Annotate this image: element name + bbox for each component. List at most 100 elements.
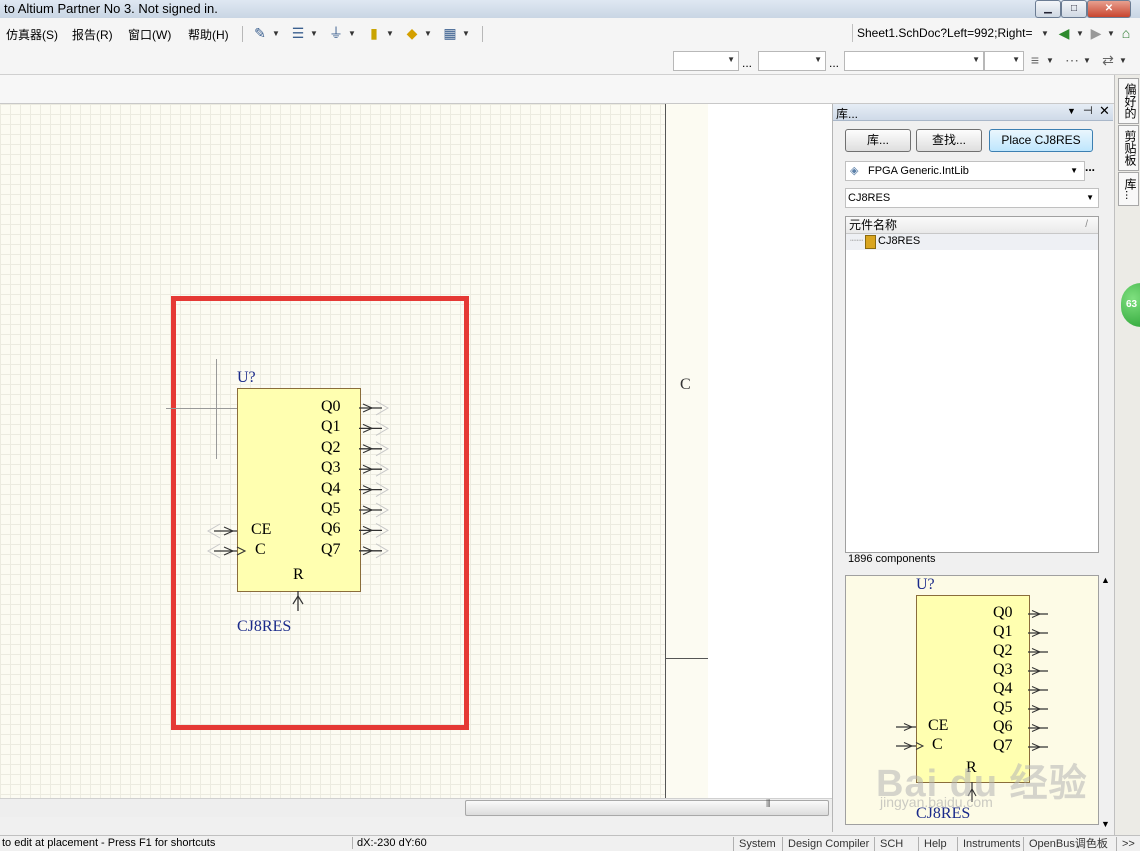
- preview-right-pins: [1028, 610, 1048, 751]
- library-more-button[interactable]: ...: [1085, 160, 1095, 174]
- list-item[interactable]: ┈┈ CJ8RES: [846, 234, 1098, 250]
- scrollbar-thumb[interactable]: ⦀: [465, 799, 829, 816]
- close-button[interactable]: ✕: [1087, 0, 1131, 18]
- part-icon[interactable]: ▮: [366, 25, 382, 41]
- chevron-down-icon[interactable]: ▼: [272, 29, 280, 38]
- chevron-down-icon[interactable]: ▼: [386, 29, 394, 38]
- more-tabs-button[interactable]: >>: [1116, 837, 1140, 851]
- preview-pin-label-q1: Q1: [993, 623, 1013, 640]
- document-path-combo[interactable]: Sheet1.SchDoc?Left=992;Right=: [852, 24, 1053, 42]
- menu-window[interactable]: 窗口(W): [128, 26, 171, 43]
- preview-pin-label-q4: Q4: [993, 680, 1013, 697]
- libraries-button[interactable]: 库...: [845, 129, 911, 152]
- dock-tab-clipboard[interactable]: 剪贴板: [1118, 125, 1139, 171]
- chevron-down-icon[interactable]: ▼: [1041, 29, 1049, 38]
- panel-menu-icon[interactable]: ▼: [1067, 106, 1076, 116]
- left-pin-graphics: [207, 523, 247, 559]
- size-combo[interactable]: ▼: [758, 51, 826, 71]
- pin-icon[interactable]: ⊣: [1083, 104, 1093, 117]
- search-button[interactable]: 查找...: [916, 129, 982, 152]
- panel-tab-help[interactable]: Help: [918, 837, 952, 851]
- component-comment[interactable]: CJ8RES: [237, 618, 291, 636]
- home-icon[interactable]: ⌂: [1118, 25, 1134, 41]
- component-preview: U? Q0 Q1 Q2 Q3 Q4 Q5 Q6 Q7 CE C R CJ8RES Bai du …: [845, 575, 1099, 825]
- chevron-down-icon[interactable]: ▼: [348, 29, 356, 38]
- panel-tab-openbus[interactable]: OpenBus调色板: [1023, 837, 1120, 851]
- forward-icon[interactable]: ▶: [1088, 25, 1104, 41]
- dock-tab-libraries[interactable]: 库...: [1118, 172, 1139, 206]
- chevron-down-icon[interactable]: ▼: [462, 29, 470, 38]
- chevron-down-icon[interactable]: ▼: [1107, 29, 1115, 38]
- line-style-icon[interactable]: ≡: [1027, 52, 1043, 68]
- place-component-button[interactable]: Place CJ8RES: [989, 129, 1093, 152]
- schematic-canvas[interactable]: U? Q0 Q1 Q2 Q3 Q4 Q5 Q6 Q7 CE C R CJ8RES: [0, 104, 665, 798]
- dash-style-icon[interactable]: ⋯: [1064, 52, 1080, 68]
- maximize-button[interactable]: □: [1061, 0, 1087, 18]
- document-tab-bar: [0, 75, 1114, 104]
- menu-simulator[interactable]: 仿真器(S): [6, 26, 58, 43]
- sheet-border-strip: C: [665, 104, 709, 798]
- preview-pin-label-q5: Q5: [993, 699, 1013, 716]
- pin-label-c: C: [255, 541, 266, 558]
- scroll-down-icon[interactable]: ▼: [1101, 819, 1110, 829]
- list-item-name: CJ8RES: [878, 235, 921, 247]
- component-icon: [865, 235, 876, 249]
- grid-icon[interactable]: ▦: [442, 25, 458, 41]
- grip-icon: ⦀: [766, 799, 771, 810]
- dock-tab-favorites[interactable]: 偏好的: [1118, 78, 1139, 124]
- bottom-pin-graphic: [292, 591, 304, 611]
- panel-tab-sch[interactable]: SCH: [874, 837, 908, 851]
- close-icon[interactable]: ✕: [1099, 103, 1110, 119]
- width-combo[interactable]: ▼: [984, 51, 1024, 71]
- library-select[interactable]: ◈ FPGA Generic.IntLib ▼: [845, 161, 1085, 181]
- sheet-margin: [708, 104, 832, 798]
- library-panel: 库... ▼ ⊣ ✕ 库... 查找... Place CJ8RES ◈ FPG…: [832, 103, 1113, 832]
- component-list[interactable]: 元件名称 / ┈┈ CJ8RES: [845, 216, 1099, 553]
- scroll-up-icon[interactable]: ▲: [1101, 575, 1110, 585]
- chevron-down-icon[interactable]: ▼: [1119, 56, 1127, 65]
- swap-icon[interactable]: ⇄: [1100, 52, 1116, 68]
- format-toolbar: ▼ ... ▼ ... ▼ ▼ ≡ ▼ ⋯ ▼ ⇄ ▼: [0, 48, 1140, 75]
- ground-icon[interactable]: ⏚: [328, 25, 344, 41]
- preview-left-pins: [896, 723, 925, 750]
- net-label-icon[interactable]: ◆: [404, 25, 420, 41]
- pin-label-q6: Q6: [321, 520, 341, 538]
- chevron-down-icon[interactable]: ▼: [310, 29, 318, 38]
- toolbar-separator: [242, 26, 243, 42]
- more-button[interactable]: ...: [742, 56, 752, 70]
- pin-label-q3: Q3: [321, 459, 341, 477]
- menu-reports[interactable]: 报告(R): [72, 26, 113, 43]
- menu-help[interactable]: 帮助(H): [188, 26, 229, 43]
- panel-tab-system[interactable]: System: [733, 837, 781, 851]
- library-panel-title: 库...: [836, 107, 859, 121]
- panel-tab-instruments[interactable]: Instruments: [957, 837, 1025, 851]
- chevron-down-icon: ▼: [727, 55, 735, 64]
- component-list-header[interactable]: 元件名称 /: [846, 217, 1098, 234]
- style-combo[interactable]: ▼: [844, 51, 984, 71]
- component-filter-input[interactable]: CJ8RES ▼: [845, 188, 1099, 208]
- chevron-down-icon: ▼: [814, 55, 822, 64]
- clock-symbol: [915, 742, 925, 750]
- pin-label-q2: Q2: [321, 438, 341, 456]
- chevron-down-icon[interactable]: ▼: [1076, 29, 1084, 38]
- bus-tool-icon[interactable]: ☰: [290, 25, 306, 41]
- font-combo[interactable]: ▼: [673, 51, 739, 71]
- preview-pin-label-q6: Q6: [993, 718, 1013, 735]
- wire-tool-icon[interactable]: ✎: [252, 25, 268, 41]
- back-icon[interactable]: ◀: [1056, 25, 1072, 41]
- preview-pin-label-q0: Q0: [993, 604, 1013, 621]
- minimize-button[interactable]: ▁: [1035, 0, 1061, 18]
- chevron-down-icon: ▼: [1086, 193, 1094, 202]
- panel-tab-design-compiler[interactable]: Design Compiler: [782, 837, 874, 851]
- chevron-down-icon: ▼: [1012, 55, 1020, 64]
- horizontal-scrollbar[interactable]: ⦀: [0, 798, 832, 817]
- toolbar-separator: [482, 26, 483, 42]
- preview-scrollbar[interactable]: ▲ ▼: [1099, 575, 1111, 830]
- chevron-down-icon[interactable]: ▼: [1046, 56, 1054, 65]
- cursor-delta: dX:-230 dY:60: [352, 837, 427, 849]
- more-button[interactable]: ...: [829, 56, 839, 70]
- border-divider: [666, 658, 708, 659]
- chevron-down-icon[interactable]: ▼: [424, 29, 432, 38]
- chevron-down-icon[interactable]: ▼: [1083, 56, 1091, 65]
- preview-pin-label-q2: Q2: [993, 642, 1013, 659]
